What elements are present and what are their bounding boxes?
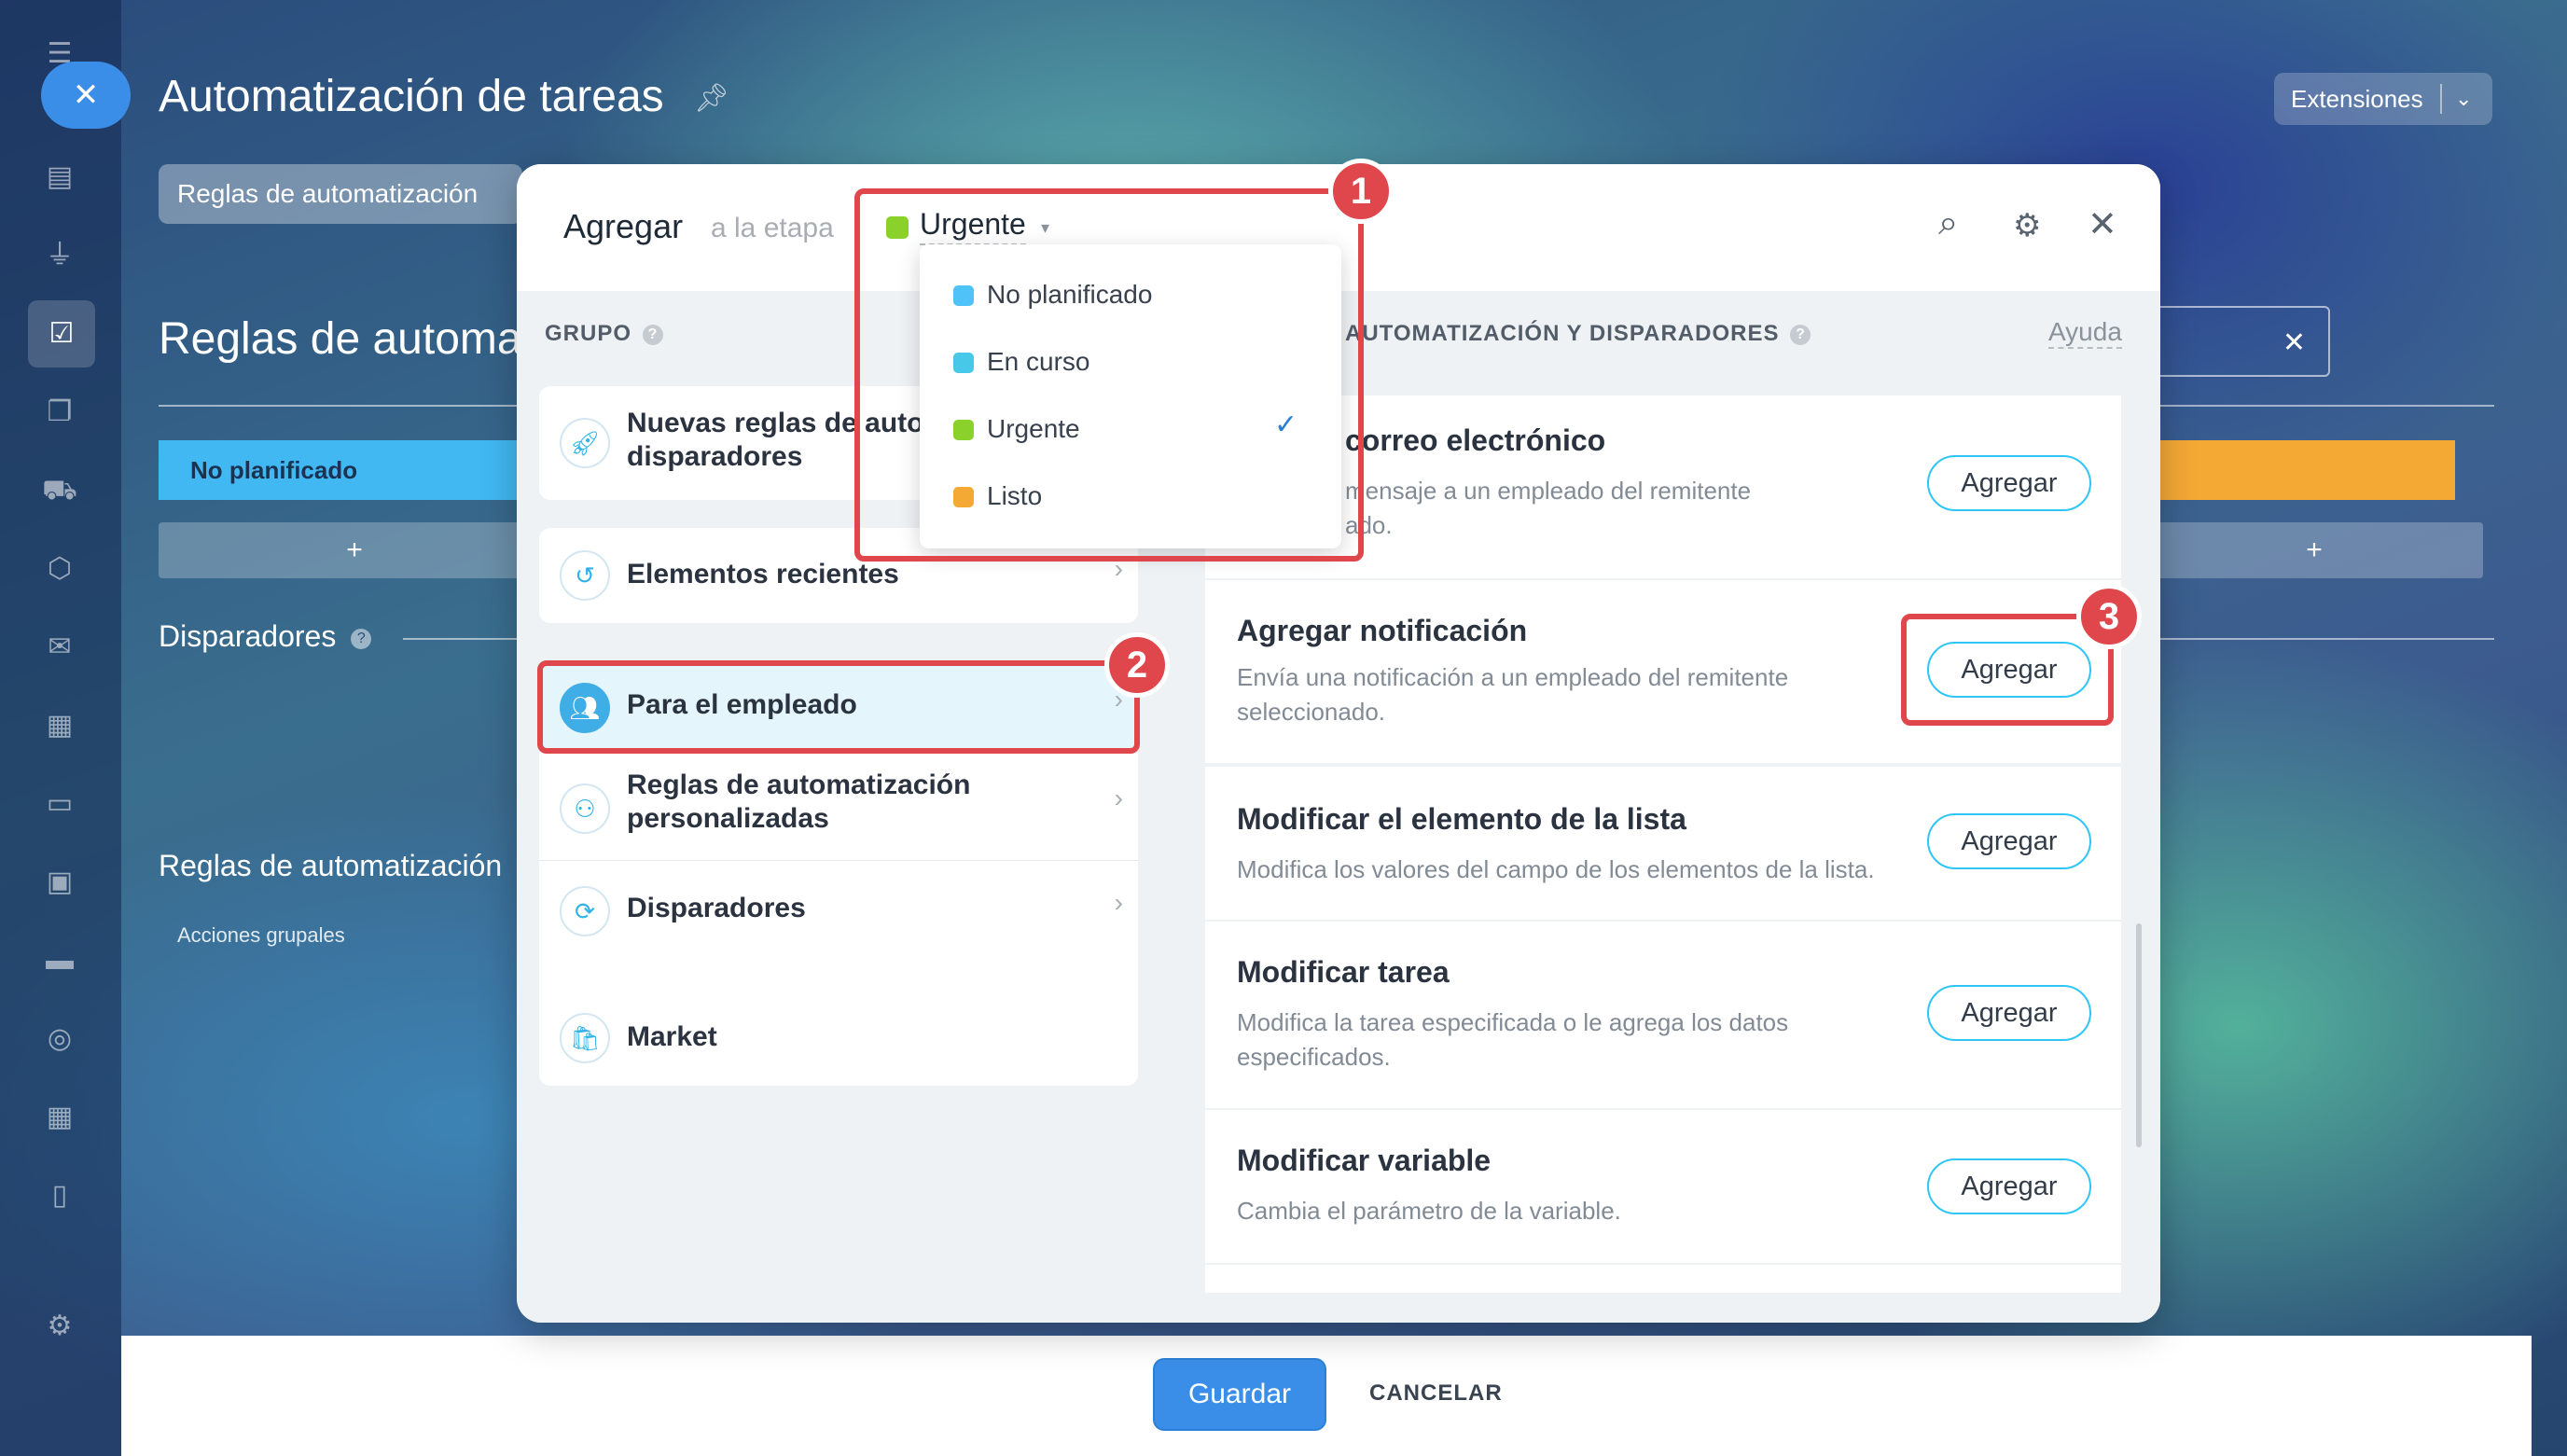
action-title: Modificar tarea (1237, 955, 1450, 989)
group-label: Elementos recientes (627, 559, 899, 589)
add-action-button[interactable]: Agregar (1927, 1158, 2091, 1214)
action-description-line2: ado. (1345, 511, 1393, 539)
stage-prefix-label: a la etapa (711, 213, 834, 243)
page-title: Automatización de tareas (159, 72, 664, 121)
divider (2145, 638, 2494, 640)
chevron-right-icon: › (1114, 783, 1123, 812)
close-slider-button[interactable]: ✕ (41, 62, 131, 129)
cart-icon[interactable]: ⛟ (39, 470, 80, 511)
action-title: Agregar notificación (1237, 614, 1528, 647)
action-description: mensaje a un empleado del remitente (1345, 477, 1752, 505)
close-icon[interactable]: ✕ (2088, 203, 2117, 245)
divider (2440, 84, 2442, 114)
search-icon[interactable]: ⌕ (1938, 203, 1958, 243)
footer-bar (121, 1336, 2532, 1456)
group-item-custom-rules[interactable]: ⚇ Reglas de automatización personalizada… (539, 752, 1138, 861)
group-title-text: GRUPO (545, 321, 632, 346)
triggers-section-label: Disparadores? (159, 619, 372, 654)
stage-column-not-planned: No planificado (159, 440, 550, 500)
left-navigation: ☰ ▤ ⏚ ☑ ❐ ⛟ ⬡ ✉ ▦ ▭ ▣ ▬ ◎ ▦ ▯ ⚙ (0, 0, 121, 1456)
tab-automation-rules[interactable]: Reglas de automatización (159, 164, 522, 224)
chevron-right-icon: › (1114, 888, 1123, 917)
group-item-market[interactable]: 🛍︎ Market (539, 989, 1138, 1086)
actions-column-title: AUTOMATIZACIÓN Y DISPARADORES? (1345, 321, 1811, 347)
close-icon: ✕ (72, 77, 100, 113)
mail-icon[interactable]: ✉ (39, 627, 80, 668)
action-card-modify-task: Modificar tarea Modifica la tarea especi… (1205, 922, 2121, 1110)
group-column-title: GRUPO? (545, 321, 664, 347)
cancel-button[interactable]: CANCELAR (1369, 1380, 1503, 1407)
help-icon[interactable]: ? (643, 324, 664, 345)
file-icon[interactable]: ▯ (39, 1175, 80, 1216)
group-label-line2: personalizadas (627, 803, 829, 834)
target-icon[interactable]: ◎ (39, 1019, 80, 1060)
scrollbar[interactable] (2136, 923, 2142, 1147)
triggers-label: Disparadores (159, 619, 337, 653)
board-icon[interactable]: ▣ (39, 862, 80, 903)
clear-search-icon[interactable]: ✕ (2283, 327, 2306, 358)
action-title: correo electrónico (1345, 423, 1606, 457)
save-button[interactable]: Guardar (1155, 1360, 1325, 1429)
action-description: Envía una notificación a un empleado del… (1237, 663, 1789, 726)
step-badge-2: 2 (1104, 632, 1170, 698)
chat-icon[interactable]: ❐ (39, 392, 80, 433)
group-label: Market (627, 1021, 717, 1052)
help-icon[interactable]: ? (1790, 324, 1811, 345)
group-label-line1: Reglas de automatización (627, 770, 971, 800)
extensions-label: Extensiones (2291, 85, 2423, 113)
highlight-box-2 (537, 660, 1140, 754)
tasks-icon[interactable]: ☑ (28, 300, 95, 367)
dialog-title: Agregar (563, 207, 684, 245)
calendar-icon[interactable]: ▦ (39, 705, 80, 746)
triggers-icon: ⟳ (560, 886, 610, 936)
action-title: Modificar el elemento de la lista (1237, 802, 1686, 836)
search-field[interactable]: ✕ (2155, 306, 2330, 377)
help-icon[interactable]: ? (351, 628, 372, 649)
filter-settings-icon[interactable]: ⚙ (2013, 207, 2041, 244)
actions-title-text: AUTOMATIZACIÓN Y DISPARADORES (1345, 321, 1780, 346)
action-title: Modificar variable (1237, 1144, 1492, 1177)
settings-icon[interactable]: ⚙ (39, 1306, 80, 1347)
add-rule-button[interactable]: + (2145, 522, 2483, 578)
document-icon[interactable]: ▭ (39, 783, 80, 825)
action-description: Cambia el parámetro de la variable. (1237, 1197, 1621, 1225)
action-description: Modifica los valores del campo de los el… (1237, 855, 1875, 883)
robot-icon: ⚇ (560, 783, 610, 834)
add-action-button[interactable]: Agregar (1927, 985, 2091, 1041)
stage-column-done (2145, 440, 2455, 500)
table-icon[interactable]: ▦ (39, 1097, 80, 1138)
section-heading: Reglas de automa (159, 314, 522, 364)
add-action-button[interactable]: Agregar (1927, 455, 2091, 511)
rules-section-label: Reglas de automatización (159, 849, 503, 882)
add-rule-button[interactable]: + (159, 522, 550, 578)
funnel-icon[interactable]: ⏚ (39, 235, 80, 276)
history-icon: ↺ (560, 550, 610, 601)
action-description: Modifica la tarea especificada o le agre… (1237, 1008, 1789, 1071)
market-bag-icon: 🛍︎ (560, 1013, 610, 1063)
group-actions-link[interactable]: Acciones grupales (177, 923, 345, 948)
group-label: Disparadores (627, 893, 806, 923)
pin-icon[interactable]: 📌︎ (694, 82, 729, 115)
card-icon[interactable]: ▬ (39, 940, 80, 981)
step-badge-3: 3 (2076, 584, 2142, 649)
chevron-down-icon: ⌄ (2455, 87, 2473, 110)
group-item-triggers[interactable]: ⟳ Disparadores › (539, 860, 1138, 959)
step-badge-1: 1 (1328, 159, 1394, 224)
divider (2145, 405, 2494, 407)
action-card-partial (1205, 1265, 2121, 1293)
extensions-button[interactable]: Extensiones ⌄ (2274, 73, 2492, 125)
feed-icon[interactable]: ▤ (39, 157, 80, 198)
highlight-box-1 (854, 188, 1364, 562)
rocket-icon: 🚀︎ (560, 418, 610, 468)
divider (159, 405, 550, 407)
group-label: Reglas de automatización personalizadas (627, 769, 970, 836)
action-card-modify-list-item: Modificar el elemento de la lista Modifi… (1205, 767, 2121, 922)
action-card-modify-variable: Modificar variable Cambia el parámetro d… (1205, 1110, 2121, 1265)
help-link[interactable]: Ayuda (2048, 317, 2122, 349)
add-action-button[interactable]: Agregar (1927, 813, 2091, 869)
crm-icon[interactable]: ⬡ (39, 548, 80, 589)
